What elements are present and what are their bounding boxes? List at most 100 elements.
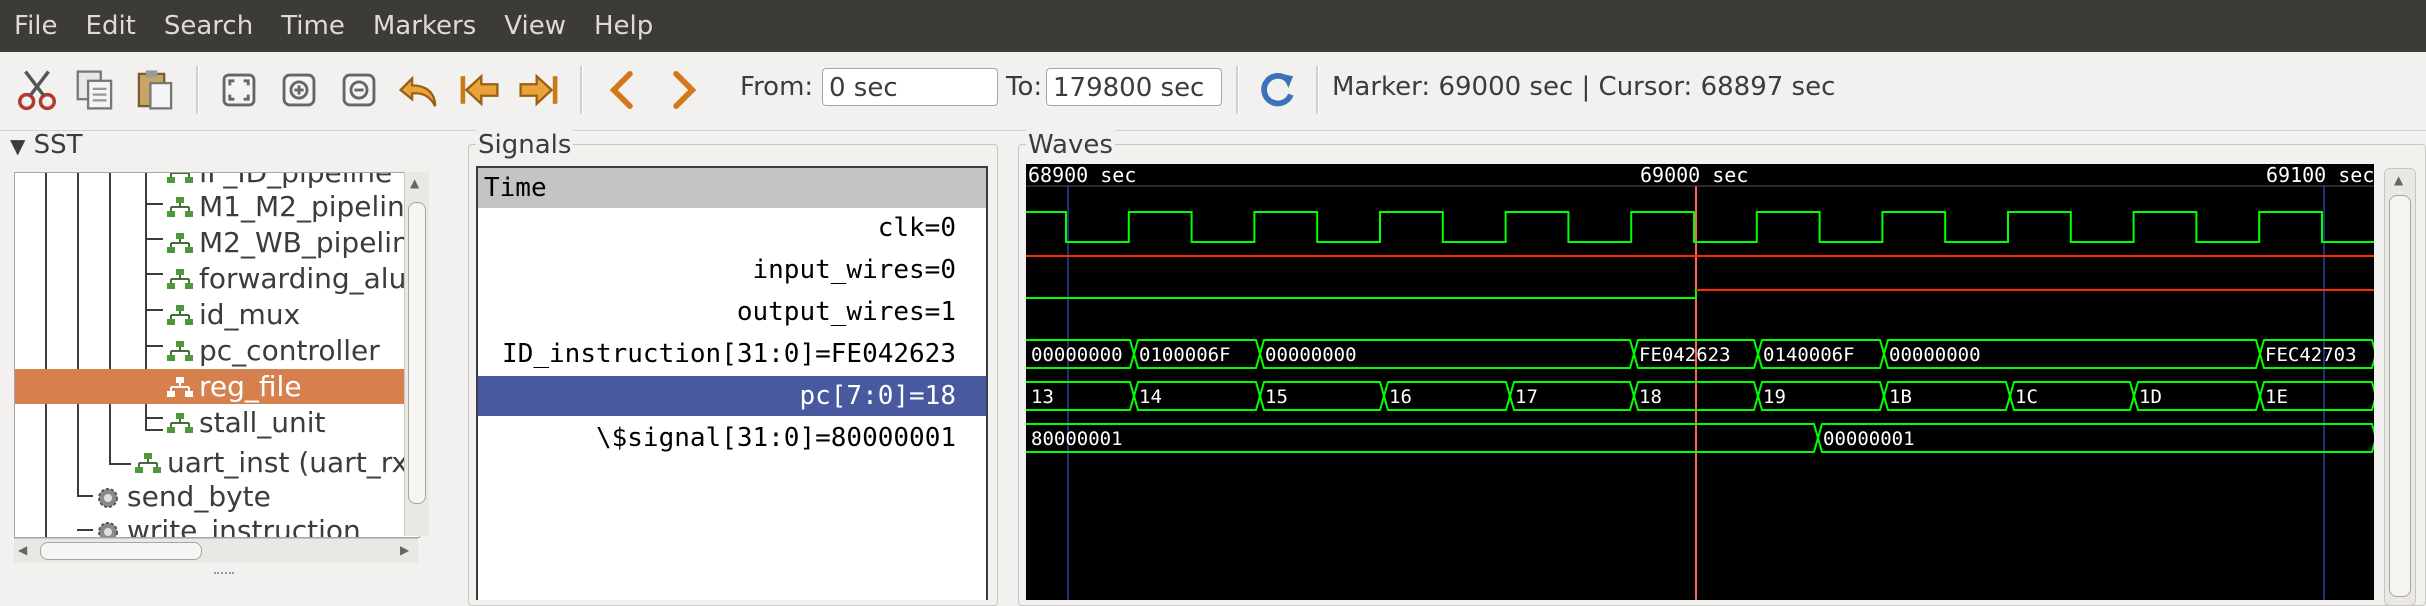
scroll-up-arrow-icon[interactable]: ▲ — [410, 176, 419, 190]
gear-icon — [98, 488, 118, 508]
tree-item-stall-unit[interactable]: stall_unit — [165, 405, 326, 440]
signals-time-header: Time — [478, 168, 986, 208]
pc-bus-value: 1C — [2015, 386, 2038, 408]
waves-title: Waves — [1026, 130, 1115, 160]
time-tick-label: 69100 sec — [2266, 164, 2374, 187]
undo-zoom-icon[interactable] — [394, 62, 444, 118]
pc-bus-value: 13 — [1031, 386, 1054, 408]
sst-title: SST — [33, 130, 83, 160]
gear-icon — [98, 522, 118, 537]
sst-tree[interactable]: IF_ID_pipeline M1_M2_pipelin M2_WB_pipel… — [14, 172, 420, 538]
tree-item-if-id-pipeline[interactable]: IF_ID_pipeline — [165, 173, 392, 190]
module-icon — [167, 233, 193, 253]
id-instruction-bus-value: 00000000 — [1031, 344, 1123, 366]
zoom-in-icon[interactable] — [274, 62, 324, 118]
signal-bus-value: 00000001 — [1823, 428, 1915, 450]
pc-bus-value: 1D — [2139, 386, 2162, 408]
menu-edit[interactable]: Edit — [72, 11, 150, 41]
pc-bus-value: 14 — [1139, 386, 1162, 408]
module-icon — [135, 453, 161, 473]
id-instruction-bus-value: 00000000 — [1265, 344, 1357, 366]
copy-icon[interactable] — [70, 62, 120, 118]
scroll-left-arrow-icon[interactable]: ◀ — [18, 543, 27, 557]
wave-plot[interactable]: 68900 sec 69000 sec 69100 sec 00000000 01000… — [1026, 163, 2378, 600]
sst-vertical-scrollbar[interactable]: ▲ — [404, 172, 429, 536]
tree-item-m2-wb-pipeline[interactable]: M2_WB_pipelin — [165, 225, 410, 260]
cut-icon[interactable] — [12, 62, 62, 118]
id-instruction-bus-value: 0140006F — [1763, 344, 1855, 366]
menu-file[interactable]: File — [0, 11, 72, 41]
toolbar: From: 0 sec To: 179800 sec Marker: 69000… — [0, 52, 2426, 131]
pc-bus-value: 17 — [1515, 386, 1538, 408]
signals-title: Signals — [476, 130, 574, 160]
signal-row-clk[interactable]: clk=0 — [478, 208, 986, 248]
tree-item-forwarding-alu[interactable]: forwarding_alu — [165, 261, 406, 296]
pc-bus-value: 19 — [1763, 386, 1786, 408]
signal-bus-segment — [1026, 423, 1820, 453]
from-time-input[interactable]: 0 sec — [822, 68, 998, 106]
signal-bus-value: 80000001 — [1031, 428, 1123, 450]
tree-item-reg-file[interactable]: reg_file — [15, 369, 419, 404]
from-label: From: — [740, 72, 814, 102]
signals-list[interactable]: Time clk=0 input_wires=0 output_wires=1 … — [476, 166, 988, 600]
zoom-fit-icon[interactable] — [214, 62, 264, 118]
time-tick-label: 69000 sec — [1640, 164, 1748, 187]
menu-markers[interactable]: Markers — [359, 11, 490, 41]
time-tick-label: 68900 sec — [1028, 164, 1136, 187]
module-icon — [167, 173, 193, 183]
signal-row-output-wires[interactable]: output_wires=1 — [478, 292, 986, 332]
menu-bar: File Edit Search Time Markers View Help — [0, 0, 2426, 52]
next-icon[interactable] — [658, 62, 708, 118]
waves-vertical-scrollbar[interactable]: ▲ — [2384, 168, 2416, 606]
module-icon — [167, 413, 193, 433]
pc-bus-value: 1E — [2265, 386, 2288, 408]
sst-header[interactable]: ▼ SST — [10, 130, 83, 160]
menu-search[interactable]: Search — [150, 11, 267, 41]
to-time-input[interactable]: 179800 sec — [1046, 68, 1222, 106]
pane-resize-handle[interactable] — [214, 572, 234, 582]
pc-bus-value: 1B — [1889, 386, 1912, 408]
module-icon — [167, 305, 193, 325]
module-icon — [167, 377, 193, 397]
module-icon — [167, 269, 193, 289]
id-instruction-bus-value: 00000000 — [1889, 344, 1981, 366]
module-icon — [167, 341, 193, 361]
zoom-to-end-icon[interactable] — [514, 62, 564, 118]
signal-row-signal[interactable]: \$signal[31:0]=80000001 — [478, 418, 986, 458]
marker-cursor-status: Marker: 69000 sec | Cursor: 68897 sec — [1332, 72, 1836, 102]
reload-icon[interactable] — [1252, 62, 1302, 118]
wave-canvas[interactable]: 68900 sec 69000 sec 69100 sec 00000000 01000… — [1026, 163, 2378, 600]
signal-row-pc[interactable]: pc[7:0]=18 — [478, 376, 986, 416]
module-icon — [167, 197, 193, 217]
menu-view[interactable]: View — [490, 11, 580, 41]
tree-item-id-mux[interactable]: id_mux — [165, 297, 300, 332]
to-label: To: — [1006, 72, 1043, 102]
tree-item-send-byte[interactable]: send_byte — [93, 479, 271, 514]
scroll-thumb-horizontal[interactable] — [40, 542, 202, 560]
id-instruction-bus-value: 0100006F — [1139, 344, 1231, 366]
tree-item-uart-inst[interactable]: uart_inst (uart_rx — [133, 445, 408, 480]
menu-time[interactable]: Time — [267, 11, 359, 41]
sst-horizontal-scrollbar[interactable]: ◀ ▶ — [14, 538, 418, 563]
zoom-to-start-icon[interactable] — [454, 62, 504, 118]
pc-bus-value: 18 — [1639, 386, 1662, 408]
scroll-right-arrow-icon[interactable]: ▶ — [400, 543, 409, 557]
scroll-thumb[interactable] — [2389, 195, 2411, 597]
pc-bus-value: 16 — [1389, 386, 1412, 408]
scroll-up-arrow-icon[interactable]: ▲ — [2394, 173, 2403, 187]
signal-row-input-wires[interactable]: input_wires=0 — [478, 250, 986, 290]
tree-item-write-instruction[interactable]: write_instruction — [93, 513, 361, 537]
signal-row-id-instruction[interactable]: ID_instruction[31:0]=FE042623 — [478, 334, 986, 374]
menu-help[interactable]: Help — [580, 11, 667, 41]
paste-icon[interactable] — [130, 62, 180, 118]
expander-arrow-icon[interactable]: ▼ — [10, 134, 25, 158]
id-instruction-bus-value: FEC42703 — [2265, 344, 2357, 366]
scroll-thumb[interactable] — [408, 202, 426, 504]
zoom-out-icon[interactable] — [334, 62, 384, 118]
pc-bus-value: 15 — [1265, 386, 1288, 408]
clk-waveform — [1026, 211, 2374, 243]
previous-icon[interactable] — [598, 62, 648, 118]
tree-item-pc-controller[interactable]: pc_controller — [165, 333, 380, 368]
tree-item-m1-m2-pipeline[interactable]: M1_M2_pipelin — [165, 189, 405, 224]
id-instruction-bus-value: FE042623 — [1639, 344, 1731, 366]
